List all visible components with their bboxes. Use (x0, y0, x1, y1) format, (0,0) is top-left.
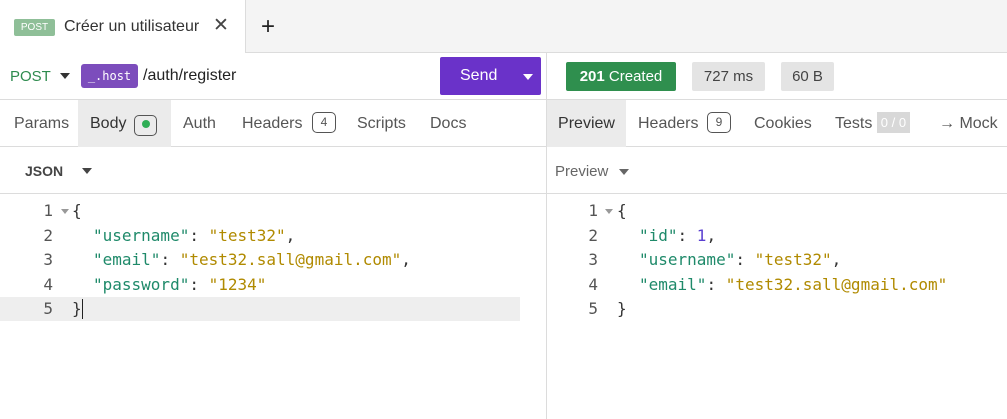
response-preview-mode[interactable]: Preview (547, 147, 1007, 194)
tab-cookies[interactable]: Cookies (754, 100, 812, 147)
line-number: 2 (43, 225, 53, 245)
tab-headers[interactable]: Headers 4 (242, 100, 336, 147)
send-button-label: Send (460, 67, 498, 84)
json-separator: : (160, 250, 180, 269)
json-close-brace: } (72, 299, 82, 318)
status-text: Created (608, 68, 663, 85)
json-line: "username": "test32", (93, 224, 295, 249)
line-number: 5 (43, 299, 53, 318)
status-dot-icon (141, 120, 150, 129)
json-key: "username" (93, 225, 190, 245)
line-number: 1 (43, 201, 53, 220)
response-headers-count-badge: 9 (706, 111, 731, 133)
request-tabs: Params Body Auth Headers 4 Scripts Docs (0, 100, 546, 147)
json-comma: , (706, 225, 717, 245)
chevron-down-icon[interactable] (60, 73, 70, 79)
tab-response-headers[interactable]: Headers 9 (638, 100, 731, 147)
json-key: "password" (93, 274, 190, 294)
tab-body[interactable]: Body (78, 100, 171, 147)
json-line: "email": "test32.sall@gmail.com" (639, 273, 947, 298)
tab-method-badge: POST (14, 19, 55, 36)
line-number: 4 (588, 274, 598, 294)
status-badge: 201 Created (566, 62, 676, 91)
body-status-pill (134, 115, 157, 136)
line-number: 3 (43, 250, 53, 269)
preview-mode-label: Preview (555, 163, 609, 180)
host-variable-chip[interactable]: _.host (81, 64, 138, 88)
json-comma: , (285, 225, 296, 245)
json-separator: : (677, 225, 697, 245)
json-separator: : (735, 250, 755, 269)
send-button[interactable]: Send (440, 57, 541, 95)
json-value: "test32" (208, 225, 286, 245)
json-value: "test32.sall@gmail.com" (179, 250, 402, 269)
url-input[interactable]: /auth/register (143, 67, 236, 85)
status-code: 201 (579, 68, 605, 85)
json-value: 1 (696, 225, 707, 245)
tab-scripts[interactable]: Scripts (357, 100, 406, 147)
json-key: "id" (639, 225, 678, 245)
tab-create-user[interactable]: POST Créer un utilisateur ✕ (0, 0, 246, 53)
line-number: 4 (43, 274, 53, 294)
line-number: 2 (588, 225, 598, 245)
chevron-down-icon[interactable] (82, 168, 92, 174)
json-key: "username" (639, 250, 736, 269)
fold-arrow-icon[interactable] (61, 209, 69, 214)
plus-icon[interactable]: + (255, 14, 281, 40)
tab-tests[interactable]: Tests 0 / 0 (835, 100, 911, 147)
line-number: 3 (588, 250, 598, 269)
headers-count-badge: 4 (311, 111, 336, 133)
body-format-label: JSON (25, 163, 64, 179)
json-value: "test32.sall@gmail.com" (725, 274, 948, 294)
json-separator: : (189, 274, 209, 294)
tab-headers-label: Headers (242, 115, 303, 132)
tab-mock[interactable]: → Mock (939, 100, 998, 147)
method-select[interactable]: POST (10, 68, 51, 85)
chevron-down-icon[interactable] (619, 169, 629, 175)
json-separator: : (189, 225, 209, 245)
json-line: "username": "test32", (639, 248, 841, 273)
text-cursor (82, 299, 83, 319)
json-line: "id": 1, (639, 224, 716, 249)
json-comma: , (401, 250, 411, 269)
json-key: "email" (639, 274, 707, 294)
tab-preview[interactable]: Preview (547, 100, 626, 147)
json-line: "password": "1234" (93, 273, 266, 298)
url-bar: POST _.host /auth/register Send (0, 53, 546, 100)
fold-arrow-icon[interactable] (605, 209, 613, 214)
json-open-brace: { (72, 201, 82, 220)
json-open-brace: { (617, 201, 627, 220)
close-icon[interactable]: ✕ (210, 15, 232, 37)
json-value: "test32" (754, 250, 832, 269)
tab-response-headers-label: Headers (638, 115, 699, 132)
tab-title: Créer un utilisateur (64, 18, 200, 35)
response-size-badge: 60 B (781, 62, 834, 91)
line-number: 1 (588, 201, 598, 220)
tab-docs[interactable]: Docs (430, 100, 466, 147)
json-comma: , (831, 250, 842, 269)
line-number: 5 (588, 299, 598, 318)
response-summary: 201 Created 727 ms 60 B (547, 53, 1007, 100)
tests-count-badge: 0 / 0 (876, 111, 911, 133)
tab-params[interactable]: Params (14, 100, 69, 147)
json-separator: : (706, 274, 726, 294)
response-time-badge: 727 ms (692, 62, 765, 91)
json-line: "email": "test32.sall@gmail.com", (93, 248, 411, 273)
tab-auth[interactable]: Auth (183, 100, 216, 147)
json-close-brace: } (617, 299, 627, 318)
request-tab-strip: POST Créer un utilisateur ✕ + (0, 0, 1007, 53)
json-value: "1234" (208, 274, 267, 294)
tab-tests-label: Tests (835, 115, 873, 132)
request-body-format[interactable]: JSON (0, 147, 546, 194)
tab-body-label: Body (90, 115, 127, 132)
json-key: "email" (93, 250, 161, 269)
chevron-down-icon[interactable] (523, 74, 533, 80)
response-tabs: Preview Headers 9 Cookies Tests 0 / 0 → … (547, 100, 1007, 147)
